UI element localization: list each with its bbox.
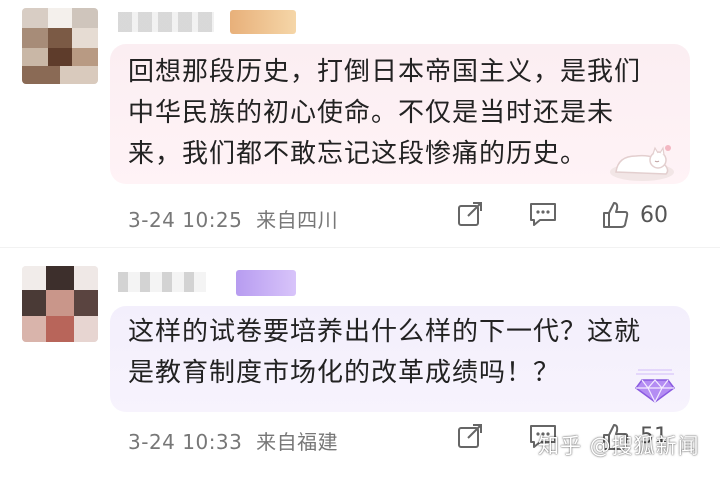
comment-text: 这样的试卷要培养出什么样的下一代？这就是教育制度市场化的改革成绩吗！？ (128, 317, 642, 388)
thumbs-up-icon[interactable] (600, 200, 630, 230)
comment-time: 3-24 10:25 (128, 208, 243, 232)
share-icon[interactable] (456, 200, 484, 228)
watermark: 知乎 @搜狐新闻 (538, 434, 700, 458)
comment-text: 回想那段历史，打倒日本帝国主义，是我们中华民族的初心使命。不仅是当时还是未来，我… (128, 57, 642, 169)
comment-location: 来自四川 (256, 208, 339, 232)
comment-time: 3-24 10:33 (128, 430, 243, 454)
comment-meta: 3-24 10:25 来自四川 (128, 204, 338, 233)
like-count: 60 (640, 203, 668, 228)
gem-sticker-icon (634, 369, 676, 404)
comment-icon[interactable] (528, 200, 558, 228)
comment-location: 来自福建 (256, 430, 339, 454)
username[interactable] (118, 272, 206, 292)
user-badge (236, 270, 296, 296)
user-badge (230, 10, 296, 34)
avatar[interactable] (22, 266, 98, 342)
comment-meta: 3-24 10:33 来自福建 (128, 426, 338, 455)
share-icon[interactable] (456, 422, 484, 450)
comment-item: 回想那段历史，打倒日本帝国主义，是我们中华民族的初心使命。不仅是当时还是未来，我… (0, 0, 720, 248)
avatar[interactable] (22, 8, 98, 84)
username[interactable] (118, 12, 214, 32)
sleeping-cat-sticker-icon (610, 145, 674, 181)
